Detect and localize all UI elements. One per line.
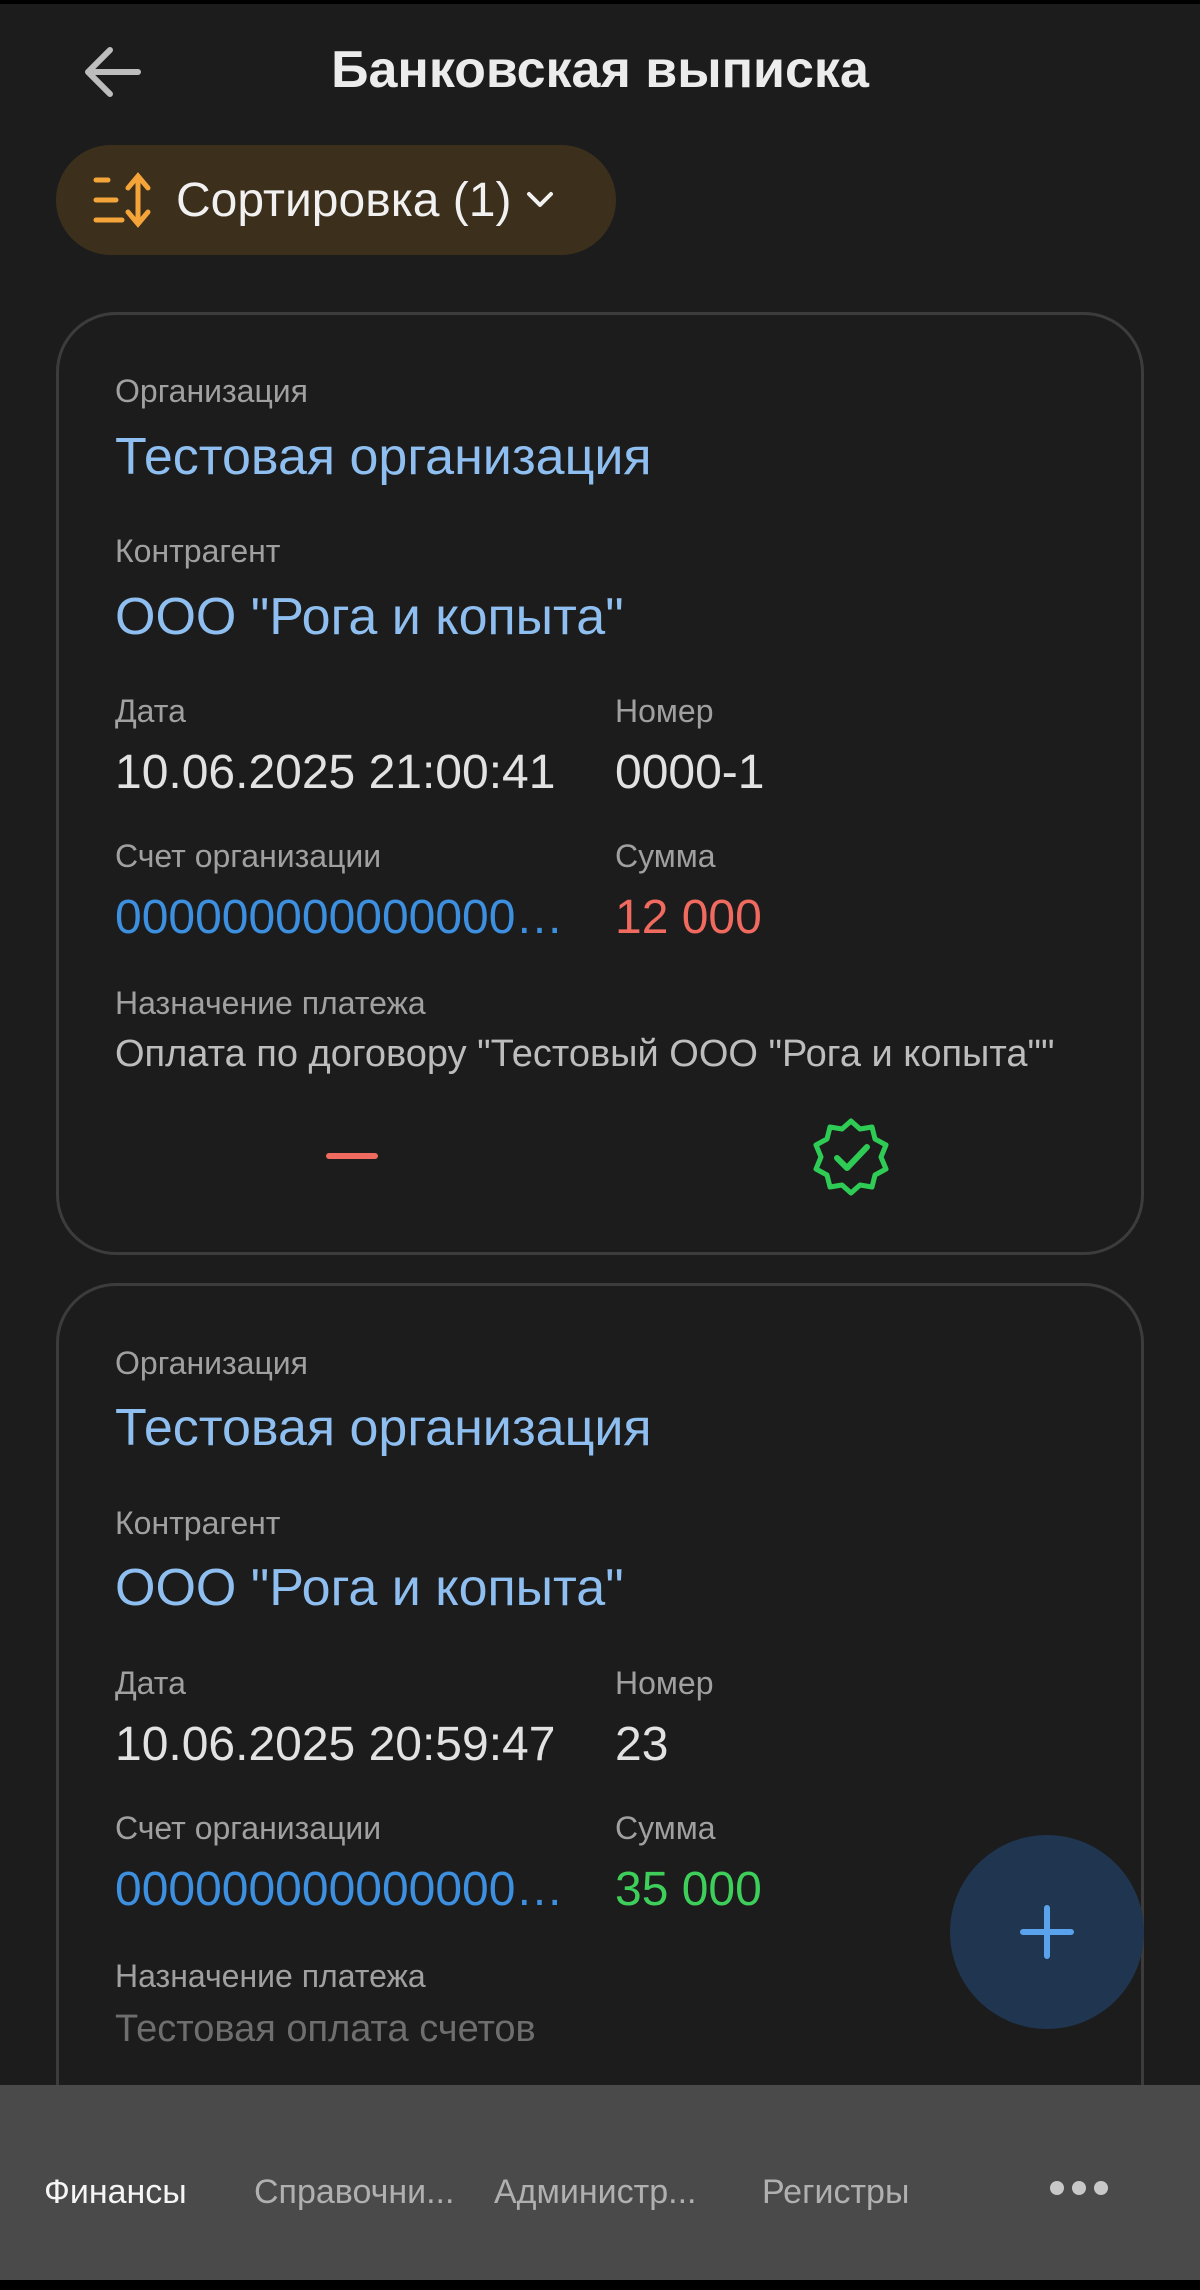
purpose-label: Назначение платежа [115,1958,426,1994]
bank-statement-screen: Банковская выписка Сортировка (1) Органи… [0,0,1200,2290]
date-value: 10.06.2025 21:00:41 [115,746,556,799]
sort-button[interactable]: Сортировка (1) [56,145,616,255]
account-value[interactable]: 00000000000000000000 [115,1862,585,1917]
status-bar-edge [0,0,1200,4]
organization-value[interactable]: Тестовая организация [115,1398,652,1458]
number-value: 23 [615,1718,669,1771]
verified-badge-icon [813,1118,889,1196]
sum-value: 35 000 [615,1863,762,1916]
app-header: Банковская выписка [0,20,1200,120]
counterparty-value[interactable]: ООО "Рога и копыта" [115,587,624,647]
number-value: 0000-1 [615,746,765,799]
statement-card[interactable]: Организация Тестовая организация Контраг… [56,312,1144,1255]
sum-label: Сумма [615,838,716,874]
nav-item-finance[interactable]: Финансы [44,2173,187,2212]
purpose-label: Назначение платежа [115,985,426,1021]
account-value[interactable]: 00000000000000000000 [115,890,585,945]
sort-label: Сортировка (1) [176,173,512,227]
organization-label: Организация [115,1345,308,1381]
counterparty-label: Контрагент [115,533,281,569]
nav-item-administration[interactable]: Администр... [494,2173,696,2212]
more-dots-icon[interactable] [1050,2181,1108,2195]
counterparty-value[interactable]: ООО "Рога и копыта" [115,1558,624,1618]
purpose-value: Тестовая оплата счетов [115,2008,536,2050]
date-label: Дата [115,1665,186,1701]
plus-icon [1020,1905,1074,1959]
date-value: 10.06.2025 20:59:47 [115,1718,556,1771]
outgoing-minus-icon [326,1153,378,1159]
navigation-bar-edge [0,2280,1200,2290]
add-statement-button[interactable] [950,1835,1144,2029]
nav-item-registers[interactable]: Регистры [762,2173,909,2212]
account-label: Счет организации [115,838,382,874]
counterparty-label: Контрагент [115,1505,281,1541]
purpose-value: Оплата по договору "Тестовый ООО "Рога и… [115,1033,1055,1075]
sort-icon [93,172,151,228]
organization-label: Организация [115,373,308,409]
chevron-down-icon [527,192,554,207]
number-label: Номер [615,693,714,729]
number-label: Номер [615,1665,714,1701]
account-label: Счет организации [115,1810,382,1846]
nav-item-references[interactable]: Справочни... [254,2173,454,2212]
date-label: Дата [115,693,186,729]
bottom-navigation: Финансы Справочни... Администр... Регист… [0,2085,1200,2290]
sum-value: 12 000 [615,891,762,944]
sum-label: Сумма [615,1810,716,1846]
organization-value[interactable]: Тестовая организация [115,427,652,487]
page-title: Банковская выписка [331,41,869,99]
